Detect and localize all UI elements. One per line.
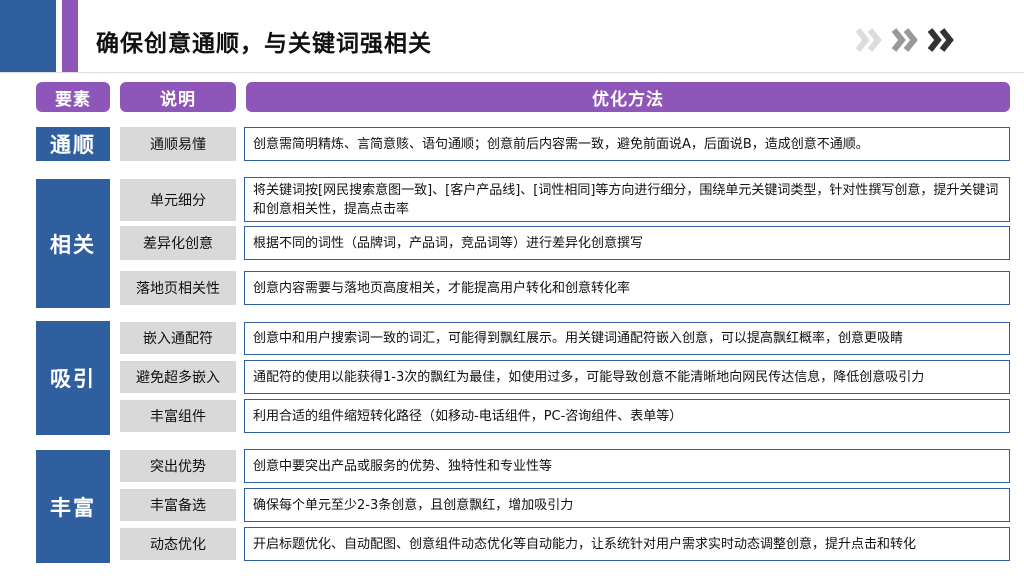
row-item: 嵌入通配符: [120, 322, 236, 354]
chevron-decoration: [852, 22, 960, 58]
header-optimization-method: 优化方法: [246, 82, 1010, 112]
row-item: 单元细分: [120, 179, 236, 221]
row-method: 将关键词按[网民搜索意图一致]、[客户产品线]、[词性相同]等方向进行细分，围绕…: [244, 177, 1010, 222]
chevron-right-dark-icon: [927, 28, 954, 52]
row-item: 丰富备选: [120, 489, 236, 521]
row-method: 创意中要突出产品或服务的优势、独特性和专业性等: [244, 449, 1010, 483]
row-method: 创意内容需要与落地页高度相关，才能提高用户转化和创意转化率: [244, 271, 1010, 305]
row-method: 利用合适的组件缩短转化路径（如移动-电话组件，PC-咨询组件、表单等）: [244, 399, 1010, 433]
row-method: 确保每个单元至少2-3条创意，且创意飘红，增加吸引力: [244, 488, 1010, 522]
group-label: 相关: [36, 179, 110, 308]
row-item: 丰富组件: [120, 400, 236, 432]
row-item: 突出优势: [120, 450, 236, 482]
header-elements: 要素: [36, 82, 110, 112]
group-label: 吸引: [36, 321, 110, 435]
header-divider: [0, 72, 1024, 73]
chevron-right-light-icon: [855, 28, 882, 52]
header-description: 说明: [120, 82, 236, 112]
row-item: 通顺易懂: [120, 127, 236, 161]
group-label: 通顺: [36, 127, 110, 161]
row-item: 差异化创意: [120, 226, 236, 260]
page-title: 确保创意通顺，与关键词强相关: [96, 31, 432, 57]
row-method: 创意中和用户搜索词一致的词汇，可能得到飘红展示。用关键词通配符嵌入创意，可以提高…: [244, 322, 1010, 355]
row-item: 避免超多嵌入: [120, 361, 236, 393]
row-method: 根据不同的词性（品牌词，产品词，竞品词等）进行差异化创意撰写: [244, 226, 1010, 260]
row-item: 落地页相关性: [120, 271, 236, 305]
group-label: 丰富: [36, 450, 110, 563]
chevron-right-mid-icon: [891, 28, 918, 52]
corner-decoration-blue: [0, 0, 56, 72]
row-item: 动态优化: [120, 528, 236, 560]
row-method: 开启标题优化、自动配图、创意组件动态优化等自动能力，让系统针对用户需求实时动态调…: [244, 527, 1010, 561]
corner-decoration-purple: [62, 0, 78, 72]
row-method: 通配符的使用以能获得1-3次的飘红为最佳，如使用过多，可能导致创意不能清晰地向网…: [244, 360, 1010, 394]
row-method: 创意需简明精炼、言简意赅、语句通顺；创意前后内容需一致，避免前面说A，后面说B，…: [244, 127, 1010, 161]
